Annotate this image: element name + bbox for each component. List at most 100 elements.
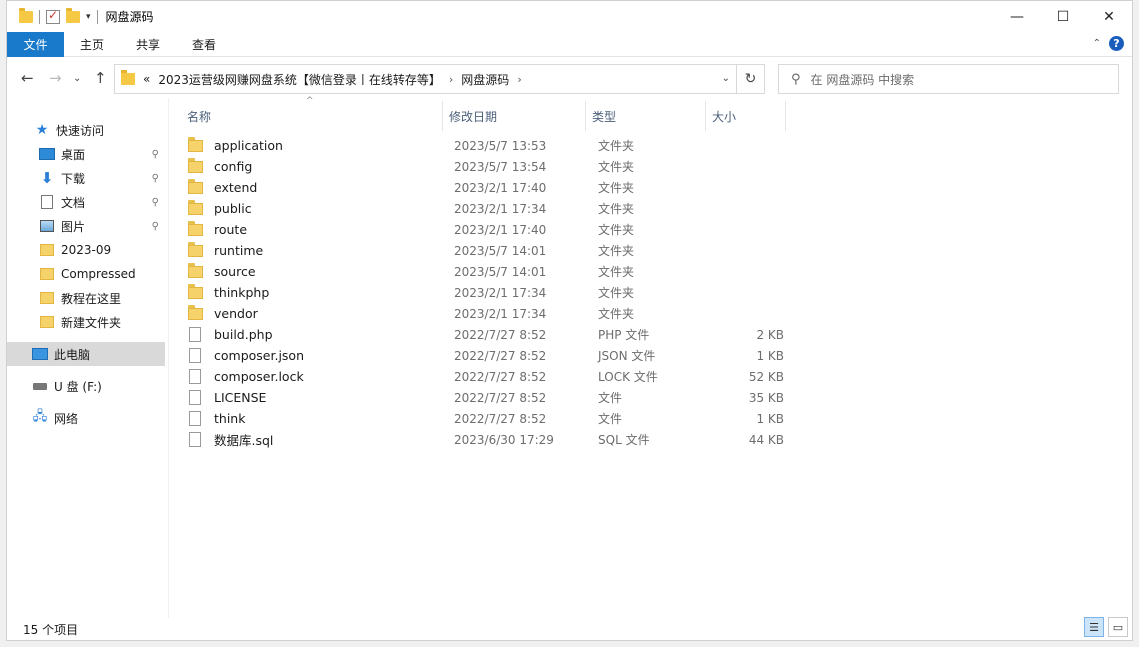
- folder-icon: [187, 157, 203, 173]
- sidebar-item-quick-access[interactable]: ★ 快速访问: [7, 118, 165, 142]
- column-header-type[interactable]: 类型: [586, 101, 706, 131]
- file-name: public: [214, 201, 252, 216]
- file-type: 文件夹: [598, 286, 635, 300]
- folder-icon: [187, 262, 203, 278]
- sidebar-item-usb-drive[interactable]: U 盘 (F:): [7, 374, 165, 398]
- chevron-right-icon[interactable]: ›: [449, 73, 453, 86]
- back-button[interactable]: ←: [21, 69, 34, 87]
- file-type: JSON 文件: [598, 349, 656, 363]
- sidebar-item-label: 桌面: [61, 147, 86, 162]
- table-row[interactable]: thinkphp 2023/2/1 17:34 文件夹: [187, 282, 787, 303]
- sidebar-item-this-pc[interactable]: 此电脑: [7, 342, 165, 366]
- sidebar-item-label: 新建文件夹: [61, 315, 122, 330]
- file-type: LOCK 文件: [598, 370, 658, 384]
- file-size: 44 KB: [748, 432, 784, 447]
- file-name: composer.lock: [214, 369, 304, 384]
- details-view-icon[interactable]: ☰: [1084, 617, 1104, 637]
- sidebar-item-desktop[interactable]: 桌面 ⚲: [7, 142, 165, 166]
- table-row[interactable]: source 2023/5/7 14:01 文件夹: [187, 261, 787, 282]
- refresh-button[interactable]: ↻: [736, 65, 764, 93]
- file-modified-date: 2023/5/7 14:01: [454, 243, 547, 258]
- table-row[interactable]: composer.lock 2022/7/27 8:52 LOCK 文件 52 KB: [187, 366, 787, 387]
- chevron-right-icon[interactable]: ›: [517, 73, 521, 86]
- file-modified-date: 2022/7/27 8:52: [454, 327, 547, 342]
- forward-button[interactable]: →: [49, 69, 62, 87]
- breadcrumb-overflow[interactable]: «: [143, 72, 150, 86]
- folder-icon: [187, 178, 203, 194]
- tab-share[interactable]: 共享: [120, 32, 176, 57]
- file-name: application: [214, 138, 283, 153]
- up-button[interactable]: ↑: [94, 69, 107, 87]
- table-row[interactable]: 数据库.sql 2023/6/30 17:29 SQL 文件 44 KB: [187, 429, 787, 450]
- breadcrumb: « 2023运营级网赚网盘系统【微信登录丨在线转存等】 › 网盘源码 ›: [143, 71, 522, 88]
- table-row[interactable]: extend 2023/2/1 17:40 文件夹: [187, 177, 787, 198]
- file-modified-date: 2023/2/1 17:40: [454, 180, 547, 195]
- table-row[interactable]: application 2023/5/7 13:53 文件夹: [187, 135, 787, 156]
- address-history-chevron-icon[interactable]: ⌄: [722, 73, 730, 84]
- folder-icon: [187, 199, 203, 215]
- column-header-name[interactable]: 名称: [181, 101, 443, 131]
- sidebar-item-tutorial[interactable]: 教程在这里: [7, 286, 165, 310]
- tab-home[interactable]: 主页: [64, 32, 120, 57]
- help-icon[interactable]: ?: [1109, 36, 1124, 51]
- tab-file[interactable]: 文件: [7, 31, 64, 57]
- tab-view[interactable]: 查看: [176, 32, 232, 57]
- folder-icon[interactable]: [19, 7, 33, 23]
- file-list: ^ 名称 修改日期 类型 大小 application 2023/5/7 13:5…: [168, 96, 1132, 618]
- table-row[interactable]: think 2022/7/27 8:52 文件 1 KB: [187, 408, 787, 429]
- table-row[interactable]: composer.json 2022/7/27 8:52 JSON 文件 1 KB: [187, 345, 787, 366]
- maximize-button[interactable]: ☐: [1040, 1, 1086, 32]
- close-button[interactable]: ✕: [1086, 1, 1132, 32]
- file-size: 2 KB: [756, 327, 784, 342]
- sidebar-item-downloads[interactable]: ⬇ 下载 ⚲: [7, 166, 165, 190]
- folder-icon: [187, 304, 203, 320]
- column-header-date[interactable]: 修改日期: [443, 101, 586, 131]
- file-icon: [189, 390, 201, 405]
- breadcrumb-item-current[interactable]: 网盘源码: [461, 71, 509, 88]
- file-name: runtime: [214, 243, 264, 258]
- sidebar-item-compressed[interactable]: Compressed: [7, 262, 165, 286]
- new-folder-icon[interactable]: [66, 7, 80, 23]
- table-row[interactable]: route 2023/2/1 17:40 文件夹: [187, 219, 787, 240]
- search-input[interactable]: ⚲ 在 网盘源码 中搜索: [778, 64, 1119, 94]
- download-icon: ⬇: [40, 169, 54, 187]
- desktop-icon: [39, 148, 55, 160]
- folder-icon: [187, 241, 203, 257]
- computer-icon: [32, 348, 48, 360]
- address-bar[interactable]: « 2023运营级网赚网盘系统【微信登录丨在线转存等】 › 网盘源码 › ⌄ ↻: [114, 64, 765, 94]
- table-row[interactable]: config 2023/5/7 13:54 文件夹: [187, 156, 787, 177]
- file-type: 文件夹: [598, 202, 635, 216]
- sidebar-item-2023-09[interactable]: 2023-09: [7, 238, 165, 262]
- sidebar-item-documents[interactable]: 文档 ⚲: [7, 190, 165, 214]
- customize-toolbar-chevron-icon[interactable]: ▾: [86, 12, 91, 22]
- pin-icon[interactable]: ⚲: [152, 221, 159, 232]
- sidebar-item-new-folder[interactable]: 新建文件夹: [7, 310, 165, 334]
- file-size: 1 KB: [756, 411, 784, 426]
- pin-icon[interactable]: ⚲: [152, 173, 159, 184]
- sidebar-item-pictures[interactable]: 图片 ⚲: [7, 214, 165, 238]
- large-icons-view-icon[interactable]: ▭: [1108, 617, 1128, 637]
- table-row[interactable]: runtime 2023/5/7 14:01 文件夹: [187, 240, 787, 261]
- column-header-size[interactable]: 大小: [706, 101, 786, 131]
- table-row[interactable]: LICENSE 2022/7/27 8:52 文件 35 KB: [187, 387, 787, 408]
- sidebar-item-label: Compressed: [61, 267, 136, 281]
- minimize-button[interactable]: —: [994, 1, 1040, 32]
- table-row[interactable]: vendor 2023/2/1 17:34 文件夹: [187, 303, 787, 324]
- status-item-count: 15 个项目: [23, 623, 79, 637]
- pin-icon[interactable]: ⚲: [152, 197, 159, 208]
- folder-icon: [121, 70, 135, 85]
- file-icon: [189, 411, 201, 426]
- title-bar: ▾ 网盘源码 — ☐ ✕: [7, 1, 1132, 32]
- properties-icon[interactable]: [46, 8, 60, 24]
- recent-locations-chevron-icon[interactable]: ⌄: [73, 73, 81, 84]
- sidebar-item-network[interactable]: 🖧 网络: [7, 406, 165, 430]
- sidebar-item-label: 下载: [61, 171, 86, 186]
- breadcrumb-item-parent[interactable]: 2023运营级网赚网盘系统【微信登录丨在线转存等】: [158, 71, 441, 88]
- search-icon: ⚲: [791, 71, 801, 87]
- table-row[interactable]: build.php 2022/7/27 8:52 PHP 文件 2 KB: [187, 324, 787, 345]
- pin-icon[interactable]: ⚲: [152, 149, 159, 160]
- search-placeholder: 在 网盘源码 中搜索: [810, 72, 915, 87]
- file-name: config: [214, 159, 253, 174]
- table-row[interactable]: public 2023/2/1 17:34 文件夹: [187, 198, 787, 219]
- expand-ribbon-chevron-icon[interactable]: ⌃: [1093, 38, 1101, 49]
